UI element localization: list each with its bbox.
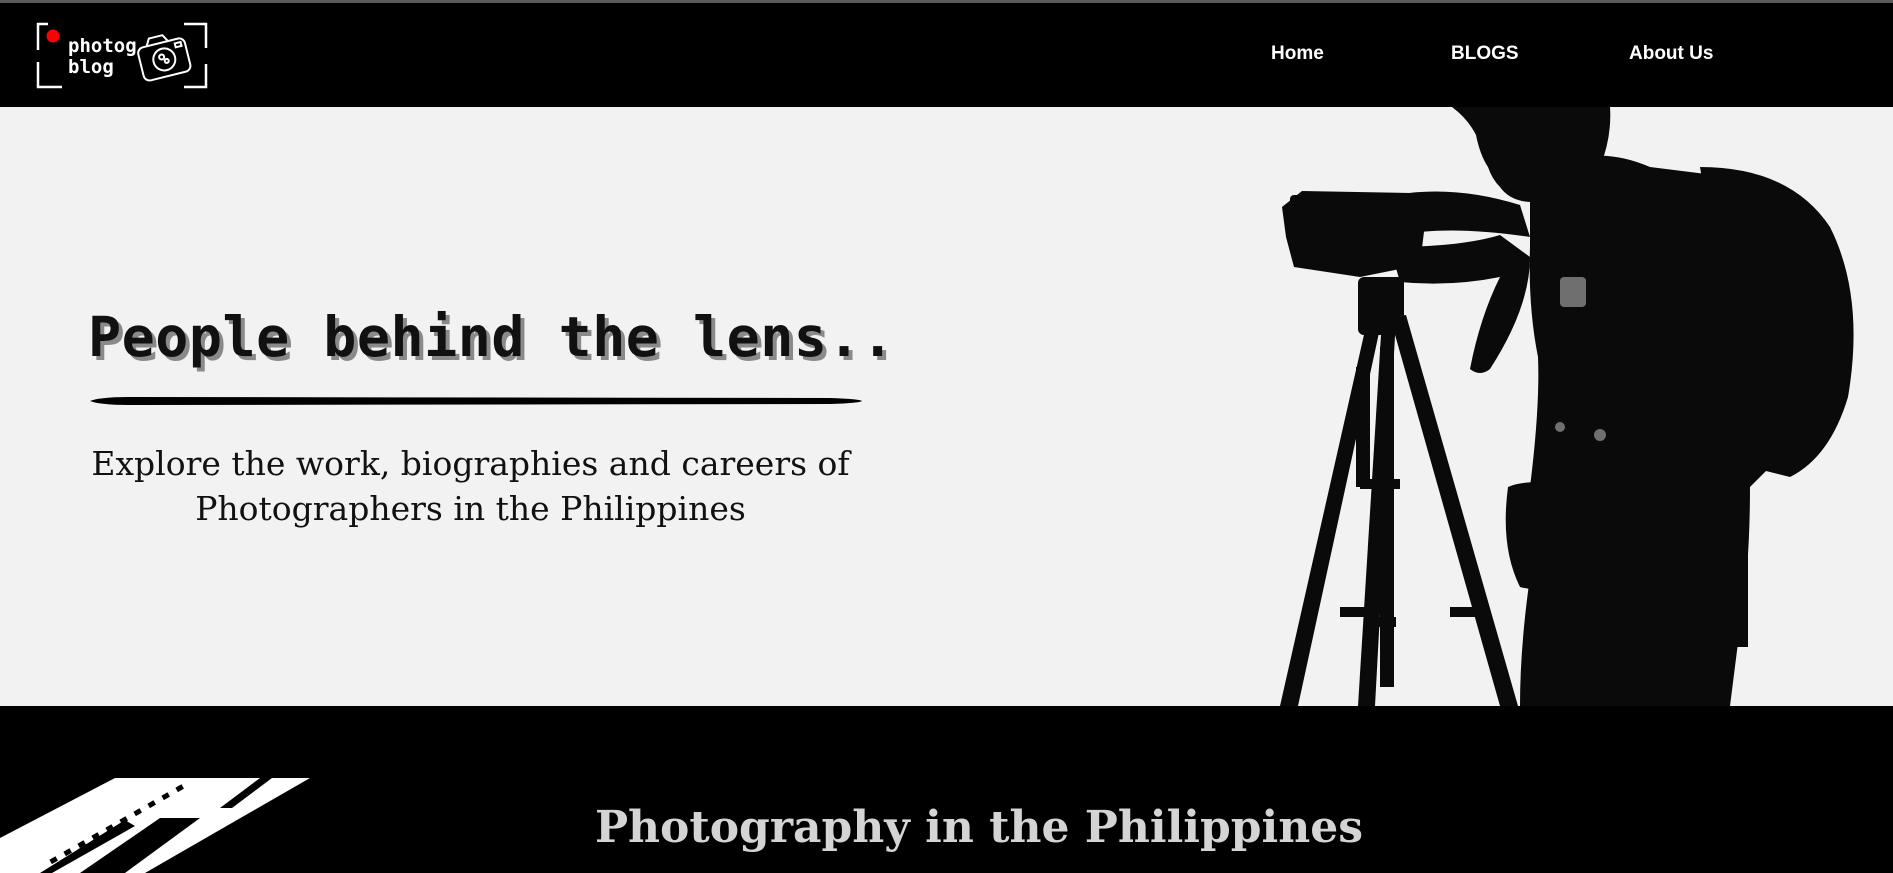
nav-home-link[interactable]: Home xyxy=(1271,43,1324,65)
nav-about-us-link[interactable]: About Us xyxy=(1629,43,1713,65)
main-nav: Home BLOGS About Us xyxy=(0,3,1893,107)
hero-title: People behind the lens.. xyxy=(88,305,895,369)
section-title: Photography in the Philippines xyxy=(594,802,1364,853)
hero-subtitle: Explore the work, biographies and career… xyxy=(91,444,850,528)
photography-section: Photography in the Philippines xyxy=(0,706,1893,873)
hero-title-underline xyxy=(90,397,862,405)
photographer-silhouette-image xyxy=(1280,107,1854,706)
nav-blogs-link[interactable]: BLOGS xyxy=(1451,43,1519,65)
hero-section: People behind the lens.. Explore the wor… xyxy=(0,107,1893,706)
navbar: photog blog Home BLOGS About Us xyxy=(0,3,1893,107)
